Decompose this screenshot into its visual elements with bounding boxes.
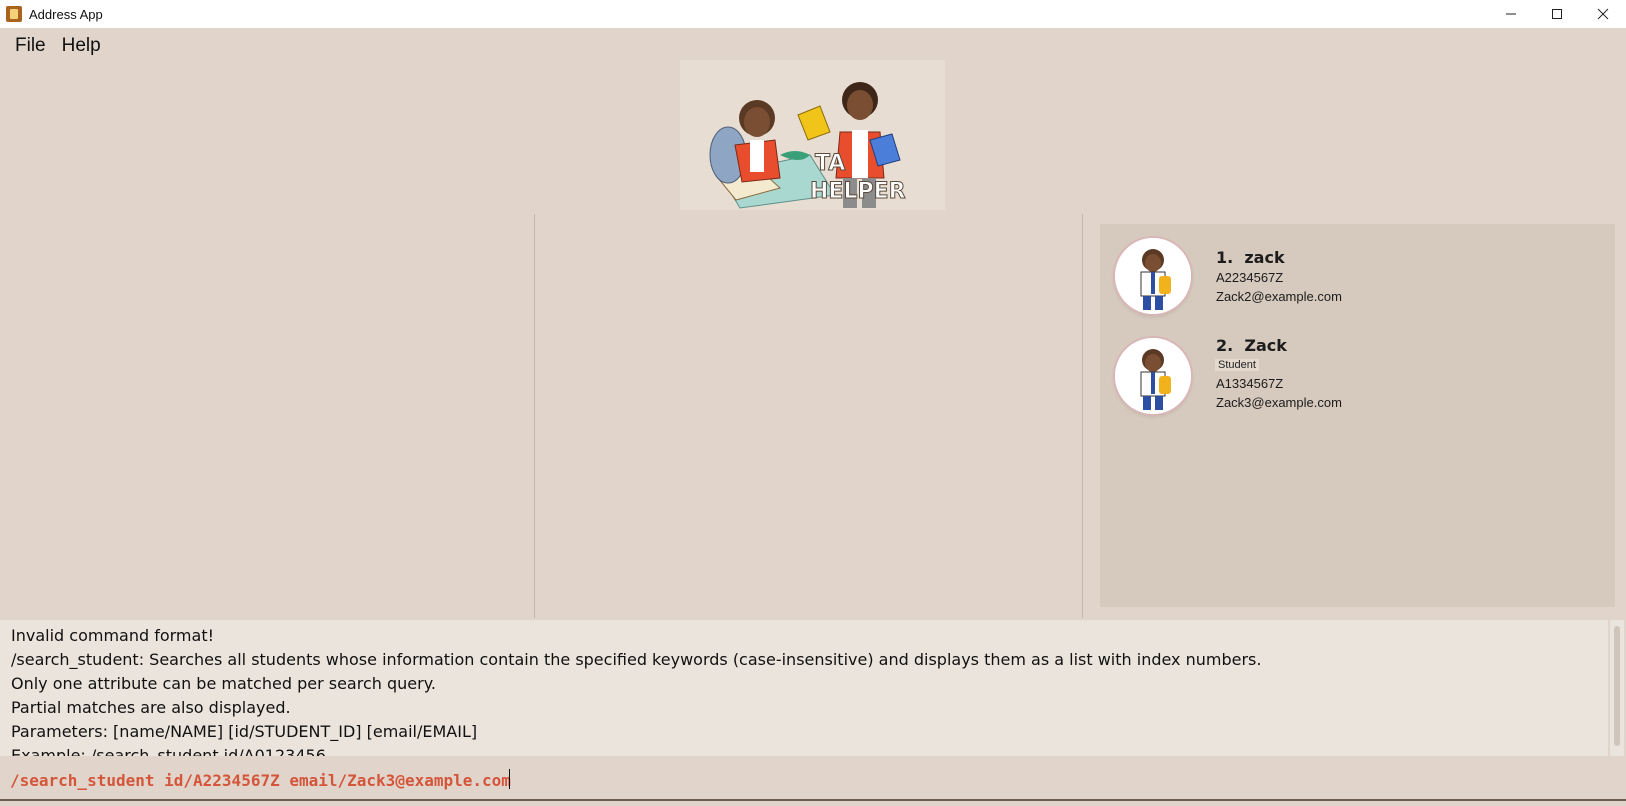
student-name-text: Zack — [1244, 336, 1287, 355]
command-input[interactable] — [10, 767, 1610, 793]
student-name: 2. Zack — [1216, 336, 1287, 355]
student-id: A2234567Z — [1216, 270, 1284, 285]
student-avatar — [1115, 238, 1191, 314]
student-name: 1. zack — [1216, 248, 1285, 267]
student-card[interactable]: 1. zack A2234567Z Zack2@example.com — [1100, 232, 1615, 332]
student-email: Zack2@example.com — [1216, 289, 1342, 304]
minimize-icon[interactable] — [1488, 0, 1534, 28]
ta-helper-logo: TA HELPER — [680, 60, 945, 210]
student-index: 2. — [1216, 336, 1234, 355]
menu-file[interactable]: File — [7, 35, 54, 57]
command-box — [0, 761, 1626, 801]
scroll-thumb[interactable] — [1614, 626, 1620, 746]
result-display[interactable]: Invalid command format! /search_student:… — [0, 620, 1608, 756]
window-title: Address App — [29, 6, 103, 22]
result-line: Parameters: [name/NAME] [id/STUDENT_ID] … — [11, 722, 478, 741]
menu-bar: File Help — [0, 29, 109, 63]
student-id: A1334567Z — [1216, 376, 1284, 391]
student-tag: Student — [1215, 359, 1259, 371]
result-line: Partial matches are also displayed. — [11, 698, 291, 717]
student-name-text: zack — [1244, 248, 1285, 267]
result-scrollbar[interactable] — [1610, 620, 1624, 756]
student-email: Zack3@example.com — [1216, 395, 1342, 410]
maximize-icon[interactable] — [1534, 0, 1580, 28]
panel-divider-left — [534, 214, 535, 618]
student-list-panel[interactable]: 1. zack A2234567Z Zack2@example.com 2. Z… — [1100, 224, 1615, 607]
svg-text:HELPER: HELPER — [810, 179, 906, 204]
menu-help[interactable]: Help — [54, 35, 109, 57]
student-avatar — [1115, 338, 1191, 414]
student-card[interactable]: 2. Zack Student A1334567Z Zack3@example.… — [1100, 334, 1615, 434]
window-controls — [1488, 0, 1626, 28]
close-icon[interactable] — [1580, 0, 1626, 28]
title-bar: Address App — [0, 0, 1626, 28]
result-line: Invalid command format! — [11, 626, 215, 645]
result-line: Only one attribute can be matched per se… — [11, 674, 436, 693]
student-index: 1. — [1216, 248, 1234, 267]
result-line: /search_student: Searches all students w… — [11, 650, 1262, 669]
svg-text:TA: TA — [815, 151, 845, 176]
result-line: Example: /search_student id/A0123456 — [11, 746, 326, 756]
app-icon — [6, 6, 22, 22]
panel-divider-right — [1082, 214, 1083, 618]
text-cursor — [509, 769, 510, 789]
